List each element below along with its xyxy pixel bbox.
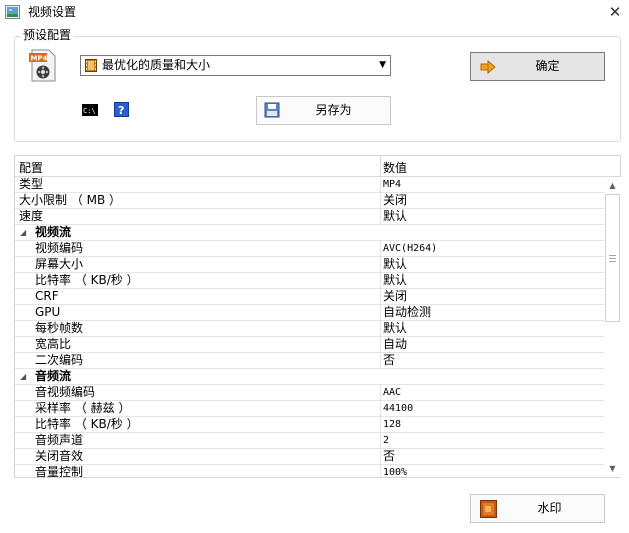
- svg-text:?: ?: [118, 104, 124, 117]
- property-row[interactable]: 速度 默认: [15, 209, 605, 225]
- property-name: 速度: [19, 209, 44, 223]
- property-value[interactable]: 默认: [383, 257, 407, 272]
- property-row[interactable]: 关闭音效 否: [15, 449, 605, 465]
- property-value[interactable]: 自动: [383, 337, 407, 352]
- settings-property-grid: 配置 数值 类型 MP4 大小限制 （ MB ）关闭 速度 默认 ◢ 视频流 视频编码 AVC(…: [14, 155, 621, 478]
- help-icon[interactable]: ?: [114, 102, 129, 117]
- property-row[interactable]: 宽高比 自动: [15, 337, 605, 353]
- property-name: 二次编码: [35, 353, 84, 367]
- property-value[interactable]: AAC: [383, 385, 401, 400]
- preset-select-value: 最优化的质量和大小: [102, 58, 211, 72]
- property-value[interactable]: 默认: [383, 273, 407, 288]
- property-value[interactable]: 否: [383, 449, 395, 464]
- property-name: 大小限制 （ MB ）: [19, 193, 122, 207]
- property-value[interactable]: 44100: [383, 401, 413, 416]
- property-name: CRF: [35, 289, 59, 303]
- category-row[interactable]: ◢ 音频流: [15, 369, 605, 385]
- app-icon: [5, 5, 20, 19]
- category-label: 音频流: [35, 369, 72, 383]
- property-name: 宽高比: [35, 337, 72, 351]
- command-prompt-icon-text: C:\: [83, 107, 96, 115]
- save-as-button[interactable]: 另存为: [256, 96, 391, 125]
- property-name: 关闭音效: [35, 449, 84, 463]
- property-name: 采样率 （ 赫兹 ）: [35, 401, 131, 415]
- property-name: 音视频编码: [35, 385, 96, 399]
- property-name: 视频编码: [35, 241, 84, 255]
- property-row[interactable]: 比特率 （ KB/秒 ） 128: [15, 417, 605, 433]
- close-button[interactable]: ✕: [604, 2, 626, 22]
- svg-text:MP4: MP4: [31, 55, 48, 63]
- property-row[interactable]: 音量控制 100%: [15, 465, 605, 477]
- save-as-button-label: 另存为: [315, 103, 352, 117]
- property-row[interactable]: 每秒帧数 默认: [15, 321, 605, 337]
- property-name: 比特率 （ KB/秒 ）: [35, 417, 139, 431]
- confirm-button[interactable]: 确定: [470, 52, 605, 81]
- property-grid-header: 配置 数值: [15, 156, 620, 177]
- property-row[interactable]: GPU 自动检测: [15, 305, 605, 321]
- confirm-button-label: 确定: [535, 59, 560, 73]
- property-value[interactable]: 128: [383, 417, 401, 432]
- property-name: 比特率 （ KB/秒 ）: [35, 273, 139, 287]
- property-name: GPU: [35, 305, 61, 319]
- mp4-file-icon: MP4: [29, 49, 56, 82]
- watermark-button[interactable]: 水印: [470, 494, 605, 523]
- property-row[interactable]: 比特率 （ KB/秒 ） 默认: [15, 273, 605, 289]
- property-row[interactable]: 屏幕大小 默认: [15, 257, 605, 273]
- property-value[interactable]: MP4: [383, 177, 401, 192]
- collapse-triangle-icon[interactable]: ◢: [20, 225, 26, 240]
- property-value[interactable]: 2: [383, 433, 389, 448]
- header-value: 数值: [383, 161, 408, 175]
- title-bar: [0, 0, 629, 26]
- scroll-down-icon[interactable]: ▼: [604, 460, 621, 477]
- property-row[interactable]: 视频编码 AVC(H264): [15, 241, 605, 257]
- property-name: 类型: [19, 177, 44, 191]
- property-value[interactable]: 否: [383, 353, 395, 368]
- property-value[interactable]: 自动检测: [383, 305, 431, 320]
- property-value[interactable]: 默认: [383, 209, 407, 224]
- film-icon: [85, 59, 97, 72]
- category-row[interactable]: ◢ 视频流: [15, 225, 605, 241]
- property-row[interactable]: 音频声道 2: [15, 433, 605, 449]
- property-value[interactable]: 关闭: [383, 193, 407, 208]
- property-name: 每秒帧数: [35, 321, 84, 335]
- property-row[interactable]: 采样率 （ 赫兹 ） 44100: [15, 401, 605, 417]
- property-row[interactable]: 音视频编码 AAC: [15, 385, 605, 401]
- property-rows: 类型 MP4 大小限制 （ MB ）关闭 速度 默认 ◢ 视频流 视频编码 AVC(H264) 屏…: [15, 177, 605, 477]
- collapse-triangle-icon[interactable]: ◢: [20, 369, 26, 384]
- command-prompt-icon[interactable]: C:\: [82, 104, 98, 116]
- preset-group-label: 预设配置: [20, 28, 75, 43]
- property-value[interactable]: 默认: [383, 321, 407, 336]
- property-row[interactable]: CRF 关闭: [15, 289, 605, 305]
- property-name: 音频声道: [35, 433, 84, 447]
- property-row[interactable]: 二次编码 否: [15, 353, 605, 369]
- property-value[interactable]: 100%: [383, 465, 407, 477]
- property-value[interactable]: 关闭: [383, 289, 407, 304]
- property-name: 音量控制: [35, 465, 84, 477]
- header-name: 配置: [19, 161, 44, 175]
- scroll-up-icon[interactable]: ▲: [604, 177, 621, 194]
- vertical-scrollbar[interactable]: ▲ ▼: [604, 177, 621, 477]
- property-row[interactable]: 类型 MP4: [15, 177, 605, 193]
- preset-select[interactable]: 最优化的质量和大小 ▼: [80, 55, 391, 76]
- watermark-button-label: 水印: [537, 501, 562, 515]
- chevron-down-icon: ▼: [379, 60, 386, 70]
- property-value[interactable]: AVC(H264): [383, 241, 437, 256]
- property-row[interactable]: 大小限制 （ MB ） 关闭: [15, 193, 605, 209]
- category-label: 视频流: [35, 225, 72, 239]
- property-name: 屏幕大小: [35, 257, 84, 271]
- scrollbar-thumb[interactable]: [605, 194, 620, 322]
- window-title: 视频设置: [28, 5, 77, 19]
